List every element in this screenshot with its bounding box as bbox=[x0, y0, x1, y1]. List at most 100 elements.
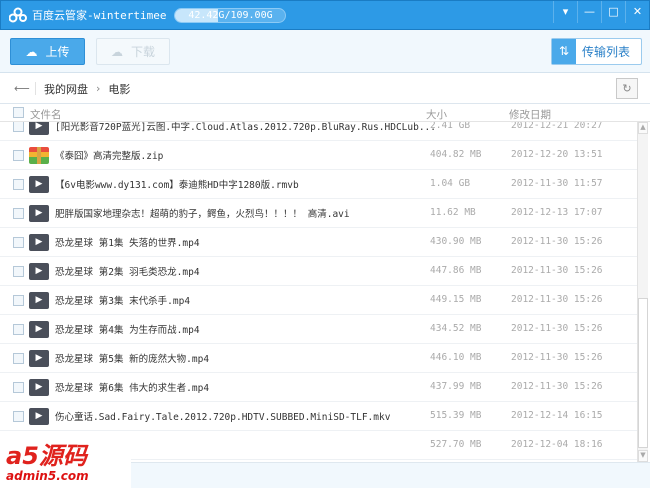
file-name[interactable]: 恐龙星球 第3集 末代杀手.mp4 bbox=[55, 293, 190, 307]
file-name[interactable]: 恐龙星球 第2集 羽毛类恐龙.mp4 bbox=[55, 264, 200, 278]
breadcrumb-root[interactable]: 我的网盘 bbox=[44, 81, 88, 97]
close-button[interactable]: ✕ bbox=[625, 1, 649, 23]
window-title: 百度云管家-wintertimee bbox=[32, 9, 167, 22]
minimize-button[interactable]: — bbox=[577, 1, 601, 23]
upload-button[interactable]: ☁ 上传 bbox=[10, 38, 85, 65]
file-size: 447.86 MB bbox=[430, 265, 482, 276]
row-checkbox[interactable] bbox=[13, 295, 24, 306]
file-name[interactable]: 恐龙星球 第1集 失落的世界.mp4 bbox=[55, 235, 200, 249]
video-file-icon: ▶ bbox=[29, 379, 49, 396]
file-size: 449.15 MB bbox=[430, 294, 482, 305]
file-date: 2012-12-20 13:51 bbox=[511, 149, 603, 160]
scroll-up-arrow[interactable]: ▲ bbox=[638, 122, 648, 134]
file-name[interactable]: 恐龙星球 第5集 新的庞然大物.mp4 bbox=[55, 351, 209, 365]
file-size: 1.04 GB bbox=[430, 178, 471, 189]
file-size: 515.39 MB bbox=[430, 410, 482, 421]
file-name[interactable]: 【6v电影www.dy131.com】泰迪熊HD中字1280版.rmvb bbox=[55, 177, 299, 191]
column-name[interactable]: 文件名 bbox=[30, 107, 62, 122]
maximize-button[interactable]: □ bbox=[601, 1, 625, 23]
file-row[interactable]: ▶ 肥胖版国家地理杂志！超萌的豹子，鳄鱼，火烈鸟！！！！ 高清.avi 11.6… bbox=[0, 199, 637, 228]
transfer-arrows-icon: ⇅ bbox=[552, 39, 576, 64]
file-date: 2012-11-30 15:26 bbox=[511, 236, 603, 247]
back-arrow-icon[interactable]: ⟵ bbox=[14, 82, 36, 95]
file-name[interactable]: [阳光影音720P蓝光]云图.中字.Cloud.Atlas.2012.720p.… bbox=[55, 122, 436, 133]
file-name[interactable]: 恐龙星球 第4集 为生存而战.mp4 bbox=[55, 322, 200, 336]
scrollbar[interactable]: ▲ ▼ bbox=[637, 122, 648, 462]
row-checkbox[interactable] bbox=[13, 122, 24, 132]
zip-file-icon bbox=[29, 147, 49, 164]
file-size: 527.70 MB bbox=[430, 439, 482, 450]
file-row[interactable]: ▶ 恐龙星球 第1集 失落的世界.mp4 430.90 MB 2012-11-3… bbox=[0, 228, 637, 257]
row-checkbox[interactable] bbox=[13, 208, 24, 219]
row-checkbox[interactable] bbox=[13, 324, 24, 335]
file-size: 2.41 GB bbox=[430, 122, 471, 131]
watermark-logo: a5源码 bbox=[6, 441, 87, 470]
file-date: 2012-11-30 15:26 bbox=[511, 265, 603, 276]
transfer-list-button[interactable]: ⇅ 传输列表 bbox=[551, 38, 642, 65]
file-date: 2012-11-30 15:26 bbox=[511, 323, 603, 334]
video-file-icon: ▶ bbox=[29, 408, 49, 425]
file-name[interactable]: 恐龙星球 第6集 伟大的求生者.mp4 bbox=[55, 380, 209, 394]
file-date: 2012-11-30 15:26 bbox=[511, 294, 603, 305]
file-name[interactable]: 《泰囧》高清完整版.zip bbox=[55, 148, 163, 162]
file-size: 11.62 MB bbox=[430, 207, 476, 218]
video-file-icon: ▶ bbox=[29, 321, 49, 338]
row-checkbox[interactable] bbox=[13, 150, 24, 161]
file-size: 446.10 MB bbox=[430, 352, 482, 363]
file-size: 430.90 MB bbox=[430, 236, 482, 247]
video-file-icon: ▶ bbox=[29, 292, 49, 309]
video-file-icon: ▶ bbox=[29, 234, 49, 251]
video-file-icon: ▶ bbox=[29, 176, 49, 193]
upload-cloud-icon: ☁ bbox=[25, 44, 38, 59]
select-all-checkbox[interactable] bbox=[13, 107, 24, 118]
menu-button[interactable]: ▾ bbox=[553, 1, 577, 23]
file-row[interactable]: ▶ 伤心童话.Sad.Fairy.Tale.2012.720p.HDTV.SUB… bbox=[0, 402, 637, 431]
refresh-icon[interactable]: ↻ bbox=[616, 78, 638, 99]
file-date: 2012-12-13 17:07 bbox=[511, 207, 603, 218]
file-row[interactable]: 《泰囧》高清完整版.zip 404.82 MB 2012-12-20 13:51 bbox=[0, 141, 637, 170]
upload-label: 上传 bbox=[45, 45, 70, 59]
file-list: ▶ [阳光影音720P蓝光]云图.中字.Cloud.Atlas.2012.720… bbox=[0, 122, 637, 462]
row-checkbox[interactable] bbox=[13, 411, 24, 422]
transfer-list-label: 传输列表 bbox=[582, 45, 631, 59]
file-row[interactable]: ▶ 恐龙星球 第4集 为生存而战.mp4 434.52 MB 2012-11-3… bbox=[0, 315, 637, 344]
row-checkbox[interactable] bbox=[13, 353, 24, 364]
download-cloud-icon: ☁ bbox=[110, 44, 123, 59]
baidu-cloud-logo-icon bbox=[9, 7, 27, 23]
download-label: 下载 bbox=[130, 45, 155, 59]
column-date[interactable]: 修改日期 bbox=[509, 107, 551, 122]
row-checkbox[interactable] bbox=[13, 382, 24, 393]
breadcrumb: ⟵ 我的网盘 › 电影 ↻ bbox=[0, 74, 650, 104]
breadcrumb-current: 电影 bbox=[108, 82, 131, 96]
column-size[interactable]: 大小 bbox=[426, 107, 447, 122]
quota-text: 42.42G/109.00G bbox=[188, 9, 273, 21]
file-row[interactable]: ▶ 恐龙星球 第6集 伟大的求生者.mp4 437.99 MB 2012-11-… bbox=[0, 373, 637, 402]
file-date: 2012-12-14 16:15 bbox=[511, 410, 603, 421]
file-name[interactable]: 伤心童话.Sad.Fairy.Tale.2012.720p.HDTV.SUBBE… bbox=[55, 409, 390, 423]
scroll-thumb[interactable] bbox=[638, 298, 648, 448]
file-row[interactable]: ▶ 恐龙星球 第3集 末代杀手.mp4 449.15 MB 2012-11-30… bbox=[0, 286, 637, 315]
row-checkbox[interactable] bbox=[13, 179, 24, 190]
watermark-url: admin5.com bbox=[6, 468, 89, 483]
file-date: 2012-11-30 15:26 bbox=[511, 381, 603, 392]
video-file-icon: ▶ bbox=[29, 350, 49, 367]
file-date: 2012-11-30 11:57 bbox=[511, 178, 603, 189]
watermark: a5源码 admin5.com bbox=[0, 437, 131, 488]
row-checkbox[interactable] bbox=[13, 237, 24, 248]
scroll-down-arrow[interactable]: ▼ bbox=[638, 450, 648, 462]
file-row[interactable]: ▶ 恐龙星球 第2集 羽毛类恐龙.mp4 447.86 MB 2012-11-3… bbox=[0, 257, 637, 286]
file-name[interactable]: 肥胖版国家地理杂志！超萌的豹子，鳄鱼，火烈鸟！！！！ 高清.avi bbox=[55, 206, 350, 220]
row-checkbox[interactable] bbox=[13, 266, 24, 277]
file-row[interactable]: ▶ [阳光影音720P蓝光]云图.中字.Cloud.Atlas.2012.720… bbox=[0, 122, 637, 141]
toolbar: ☁ 上传 ☁ 下载 ⇅ 传输列表 bbox=[0, 30, 650, 73]
video-file-icon: ▶ bbox=[29, 122, 49, 135]
download-button[interactable]: ☁ 下载 bbox=[96, 38, 170, 65]
column-header: 文件名 大小 修改日期 bbox=[0, 104, 650, 122]
title-bar: 百度云管家-wintertimee 42.42G/109.00G ▾ — □ ✕ bbox=[0, 0, 650, 30]
file-size: 404.82 MB bbox=[430, 149, 482, 160]
file-row[interactable]: ▶ 【6v电影www.dy131.com】泰迪熊HD中字1280版.rmvb 1… bbox=[0, 170, 637, 199]
file-row[interactable]: ▶ 恐龙星球 第5集 新的庞然大物.mp4 446.10 MB 2012-11-… bbox=[0, 344, 637, 373]
video-file-icon: ▶ bbox=[29, 205, 49, 222]
file-date: 2012-12-04 18:16 bbox=[511, 439, 603, 450]
video-file-icon: ▶ bbox=[29, 263, 49, 280]
